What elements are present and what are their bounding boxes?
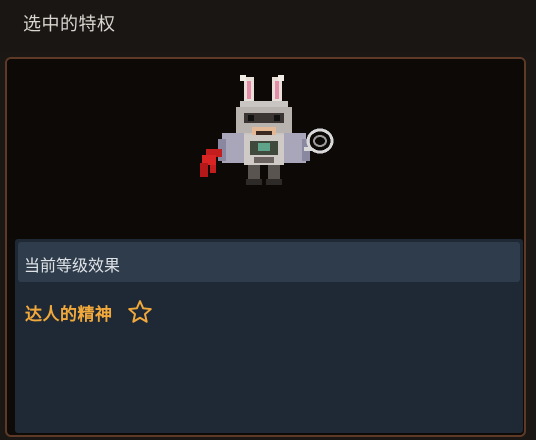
effects-box: 当前等级效果 达人的精神 [15, 239, 523, 433]
page-title: 选中的特权 [23, 14, 116, 35]
star-outline-icon [127, 300, 152, 323]
perk-name: 达人的精神 [25, 304, 113, 325]
character-portrait-area [7, 59, 524, 239]
header-bar: 选中的特权 [0, 0, 536, 52]
knight-bunny-character-icon [200, 75, 334, 185]
selected-perk-panel: 当前等级效果 达人的精神 [5, 57, 526, 437]
current-level-effects-label: 当前等级效果 [24, 256, 121, 275]
effects-header: 当前等级效果 [18, 242, 520, 282]
perk-row: 达人的精神 [25, 295, 153, 329]
